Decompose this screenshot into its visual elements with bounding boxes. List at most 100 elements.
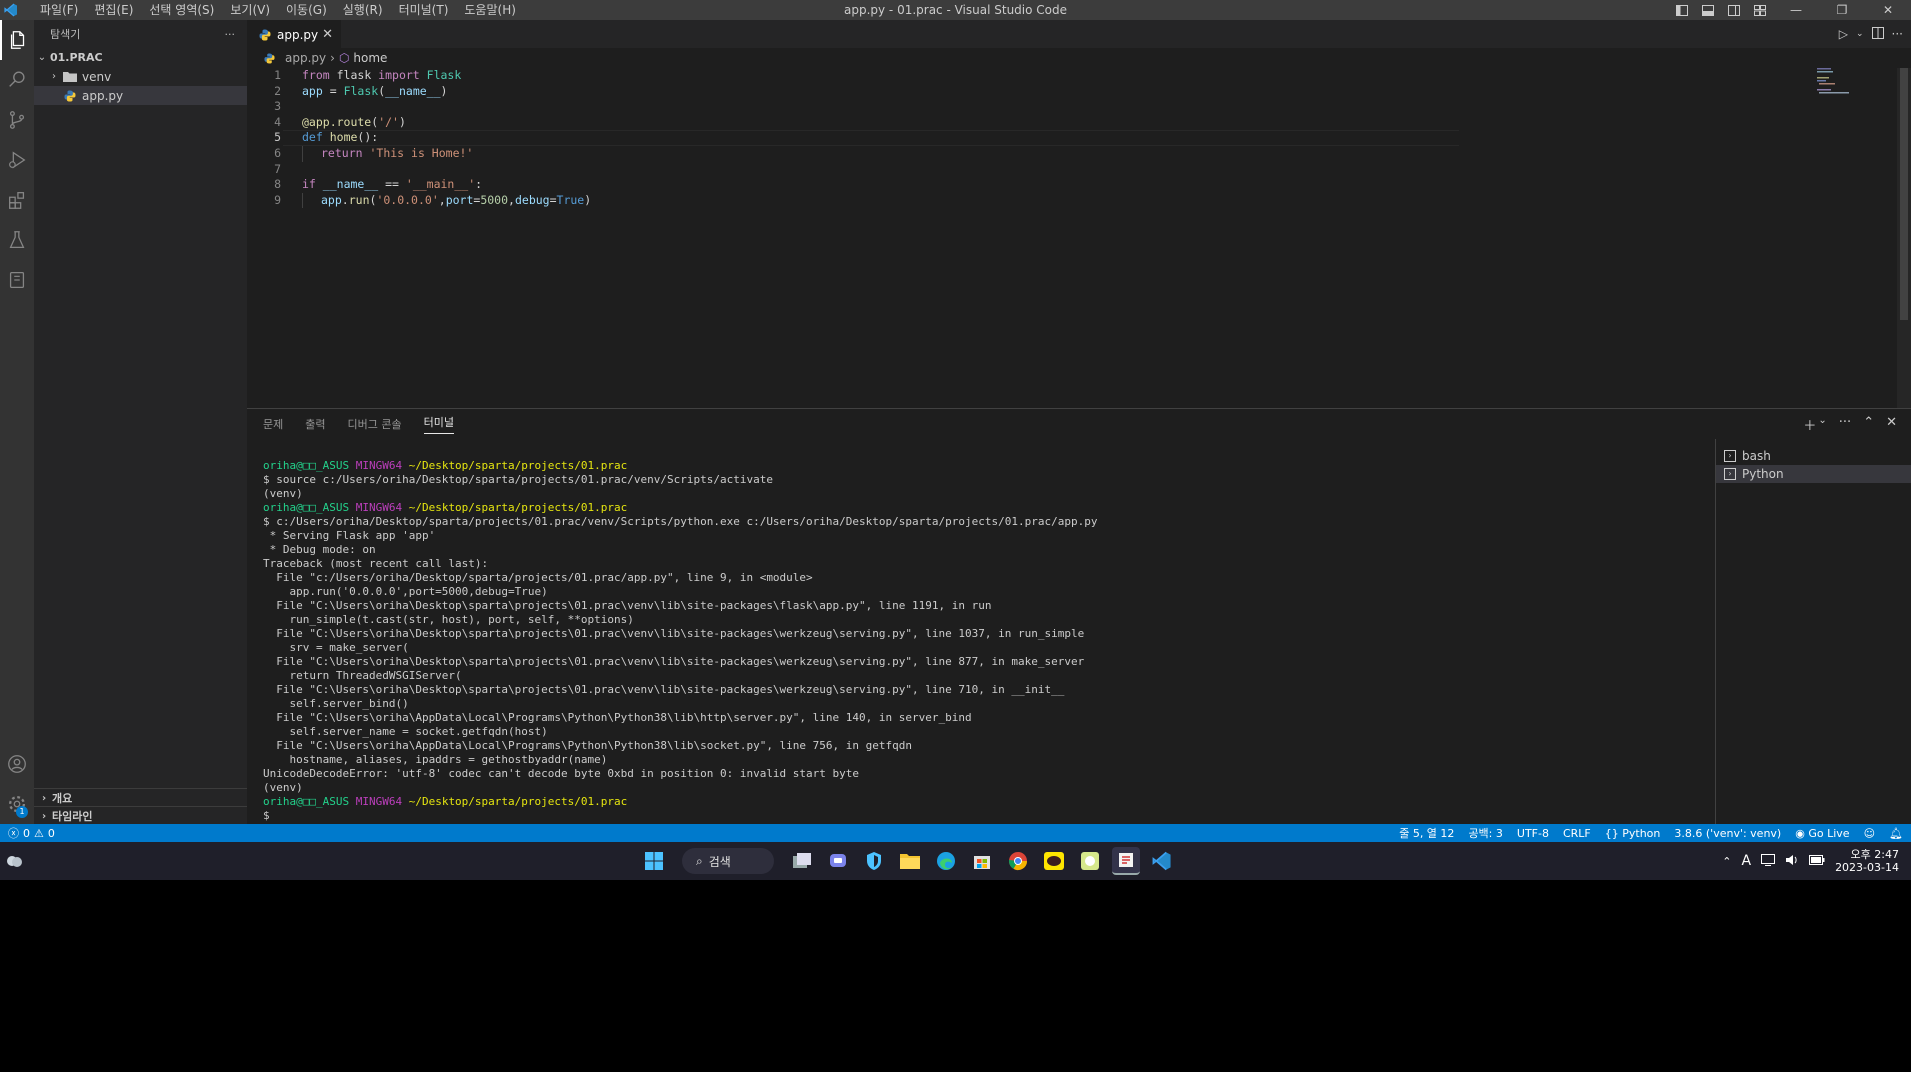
maximize-panel-icon[interactable]: ⌃ (1863, 415, 1874, 434)
tab-output[interactable]: 출력 (305, 416, 325, 432)
code-editor[interactable]: 1 from flask import Flask 2 app = Flask(… (247, 68, 1547, 209)
tab-app-py[interactable]: app.py ✕ (247, 20, 341, 48)
status-cursor-position[interactable]: 줄 5, 열 12 (1399, 825, 1454, 841)
kakaotalk-icon[interactable] (1040, 847, 1068, 875)
close-window-icon[interactable]: ✕ (1865, 0, 1911, 20)
python-file-icon (257, 29, 273, 41)
weather-icon[interactable] (4, 851, 24, 871)
menu-file[interactable]: 파일(F) (32, 0, 86, 20)
more-actions-icon[interactable]: ··· (225, 28, 236, 41)
vscode-taskbar-icon[interactable] (1148, 847, 1176, 875)
teams-chat-icon[interactable] (824, 847, 852, 875)
menu-run[interactable]: 실행(R) (335, 0, 391, 20)
run-python-icon[interactable]: ▷ (1839, 27, 1848, 41)
terminal-line: run_simple(t.cast(str, host), port, self… (263, 613, 634, 626)
search-icon[interactable] (0, 60, 34, 100)
split-editor-icon[interactable] (1871, 26, 1884, 42)
tree-item-venv[interactable]: › venv (34, 67, 247, 86)
editor-more-icon[interactable]: ··· (1892, 27, 1903, 41)
file-explorer-icon[interactable] (896, 847, 924, 875)
status-language[interactable]: {} Python (1605, 827, 1661, 840)
restore-icon[interactable]: ❐ (1819, 0, 1865, 20)
security-shield-icon[interactable] (860, 847, 888, 875)
edge-browser-icon[interactable] (932, 847, 960, 875)
settings-gear-icon[interactable]: 1 (0, 784, 34, 824)
source-control-icon[interactable] (0, 100, 34, 140)
status-right: 줄 5, 열 12 공백: 3 UTF-8 CRLF {} Python 3.8… (1399, 824, 1903, 842)
python-file-icon (62, 90, 78, 102)
close-panel-icon[interactable]: ✕ (1886, 415, 1897, 434)
show-hidden-icons-icon[interactable]: ⌃ (1722, 855, 1731, 868)
editor-scrollbar[interactable] (1897, 68, 1911, 408)
tab-debug-console[interactable]: 디버그 콘솔 (348, 416, 402, 432)
breadcrumb-symbol[interactable]: home (353, 51, 387, 65)
ime-indicator[interactable]: A (1741, 853, 1751, 869)
status-encoding[interactable]: UTF-8 (1517, 827, 1549, 840)
system-clock[interactable]: 오후 2:47 2023-03-14 (1835, 848, 1899, 874)
timeline-section[interactable]: › 타임라인 (34, 806, 247, 825)
volume-icon[interactable] (1785, 854, 1799, 869)
tab-label: app.py (277, 27, 319, 42)
tab-close-icon[interactable]: ✕ (322, 27, 333, 42)
chevron-right-icon: › (41, 810, 47, 822)
tree-item-app-py[interactable]: app.py (34, 86, 247, 105)
clock-date: 2023-03-14 (1835, 861, 1899, 874)
toggle-panel-icon[interactable] (1695, 0, 1721, 20)
terminal-line: Traceback (most recent call last): (263, 557, 489, 570)
terminal-line: oriha@□□_ASUS MINGW64 ~/Desktop/sparta/p… (263, 795, 628, 808)
windows-start-icon[interactable] (640, 847, 668, 875)
tab-problems[interactable]: 문제 (263, 416, 283, 432)
scrollbar-thumb[interactable] (1900, 68, 1908, 320)
menu-edit[interactable]: 편집(E) (86, 0, 141, 20)
notifications-bell-icon[interactable]: 🔔︎ (1889, 827, 1903, 840)
testing-flask-icon[interactable] (0, 220, 34, 260)
terminal-dropdown-icon[interactable]: ⌄ (1818, 415, 1826, 434)
folder-root[interactable]: ⌄ 01.PRAC (34, 48, 247, 67)
panel-more-icon[interactable]: ··· (1839, 415, 1851, 434)
extensions-icon[interactable] (0, 180, 34, 220)
menu-view[interactable]: 보기(V) (222, 0, 278, 20)
menu-terminal[interactable]: 터미널(T) (391, 0, 457, 20)
snipping-tool-icon[interactable] (1112, 847, 1140, 875)
network-icon[interactable] (1761, 853, 1776, 869)
chrome-browser-icon[interactable] (1004, 847, 1032, 875)
code-line-9: 9 app.run('0.0.0.0',port=5000,debug=True… (247, 192, 1547, 209)
run-debug-icon[interactable] (0, 140, 34, 180)
status-indentation[interactable]: 공백: 3 (1468, 825, 1502, 841)
menu-selection[interactable]: 선택 영역(S) (141, 0, 222, 20)
remote-explorer-icon[interactable] (0, 260, 34, 300)
menu-help[interactable]: 도움말(H) (456, 0, 524, 20)
explorer-icon[interactable] (0, 20, 34, 60)
minimap[interactable] (1811, 68, 1871, 98)
status-eol[interactable]: CRLF (1563, 827, 1591, 840)
customize-layout-icon[interactable] (1747, 0, 1773, 20)
menu-go[interactable]: 이동(G) (278, 0, 335, 20)
settings-badge: 1 (16, 806, 28, 818)
cube-symbol-icon: ⬡ (338, 51, 350, 65)
search-icon: ⌕ (696, 853, 703, 868)
status-problems[interactable]: ⓧ 0 ⚠ 0 (0, 825, 55, 841)
toggle-secondary-sidebar-icon[interactable] (1721, 0, 1747, 20)
tab-terminal[interactable]: 터미널 (423, 414, 454, 434)
battery-icon[interactable] (1809, 854, 1825, 868)
minimize-icon[interactable]: — (1773, 0, 1819, 20)
run-dropdown-icon[interactable]: ⌄ (1856, 29, 1864, 39)
taskbar-search[interactable]: ⌕ 검색 (682, 848, 774, 874)
vscode-logo-icon[interactable] (0, 0, 22, 20)
microsoft-store-icon[interactable] (968, 847, 996, 875)
status-interpreter[interactable]: 3.8.6 ('venv': venv) (1674, 827, 1781, 840)
terminal-item-python[interactable]: › Python (1716, 465, 1911, 483)
code-line-6: 6 return 'This is Home!' (247, 145, 1547, 162)
timeline-label: 타임라인 (52, 810, 93, 823)
outline-section[interactable]: › 개요 (34, 788, 247, 807)
toggle-sidebar-icon[interactable] (1669, 0, 1695, 20)
breadcrumb-file[interactable]: app.py (285, 51, 326, 65)
terminal-output[interactable]: oriha@□□_ASUS MINGW64 ~/Desktop/sparta/p… (263, 459, 1097, 823)
terminal-item-bash[interactable]: › bash (1716, 447, 1911, 465)
kakao-app-icon[interactable] (1076, 847, 1104, 875)
task-view-icon[interactable] (788, 847, 816, 875)
status-golive[interactable]: ◉ Go Live (1795, 827, 1849, 840)
new-terminal-icon[interactable]: ＋ (1803, 415, 1816, 434)
accounts-icon[interactable] (0, 744, 34, 784)
feedback-icon[interactable]: ☺ (1864, 827, 1875, 840)
